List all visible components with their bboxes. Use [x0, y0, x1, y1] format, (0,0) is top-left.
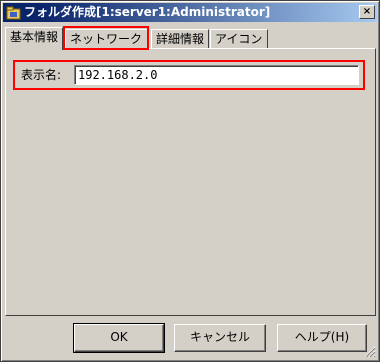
tab-icon[interactable]: アイコン	[210, 29, 268, 49]
tab-label: 基本情報	[10, 30, 59, 44]
close-icon: ×	[362, 6, 372, 17]
window-title: フォルダ作成[1:server1:Administrator]	[24, 5, 271, 19]
resize-grip-icon[interactable]	[364, 346, 376, 358]
tab-strip: 基本情報 ネットワーク 詳細情報 アイコン	[5, 27, 377, 50]
tab-label: アイコン	[215, 32, 263, 46]
network-tab-highlight	[63, 26, 149, 50]
ok-button[interactable]: OK	[73, 323, 165, 353]
tab-label: 詳細情報	[156, 32, 205, 46]
title-bar[interactable]: フォルダ作成[1:server1:Administrator] ×	[3, 3, 377, 22]
close-button[interactable]: ×	[359, 5, 375, 19]
cancel-button[interactable]: キャンセル	[174, 324, 266, 352]
dialog-window: フォルダ作成[1:server1:Administrator] × 基本情報 ネ…	[0, 0, 380, 362]
help-button[interactable]: ヘルプ(H)	[277, 324, 367, 352]
tab-details[interactable]: 詳細情報	[151, 29, 209, 49]
display-name-highlight	[13, 60, 365, 90]
folder-app-icon	[6, 6, 21, 20]
tab-basic-info[interactable]: 基本情報	[5, 27, 63, 50]
